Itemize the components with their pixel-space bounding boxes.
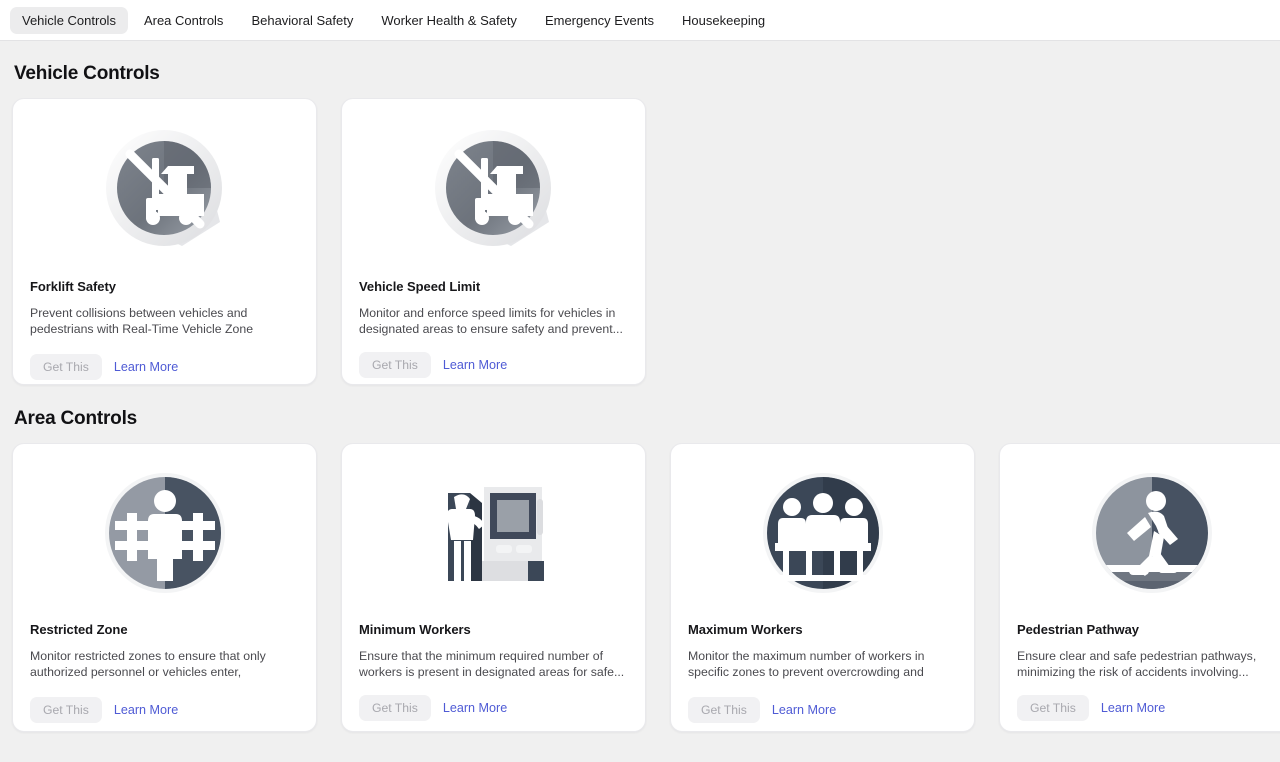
card-title: Maximum Workers — [688, 622, 803, 637]
card-description: Monitor the maximum number of workers in… — [688, 648, 925, 682]
tab-housekeeping[interactable]: Housekeeping — [670, 7, 777, 34]
main-tab-bar: Vehicle Controls Area Controls Behaviora… — [0, 0, 1280, 41]
card-actions: Get This Learn More — [30, 696, 299, 723]
card-body: Pedestrian Pathway Ensure clear and safe… — [1000, 622, 1280, 722]
card-minimum-workers[interactable]: Minimum Workers Ensure that the minimum … — [341, 443, 646, 732]
card-description: Ensure that the minimum required number … — [359, 648, 625, 679]
learn-more-link[interactable]: Learn More — [112, 356, 180, 378]
card-title: Minimum Workers — [359, 622, 471, 637]
card-vehicle-speed-limit[interactable]: Vehicle Speed Limit Monitor and enforce … — [341, 98, 646, 385]
card-media — [1000, 444, 1280, 622]
tab-emergency-events[interactable]: Emergency Events — [533, 7, 666, 34]
card-body: Minimum Workers Ensure that the minimum … — [342, 622, 645, 722]
learn-more-link[interactable]: Learn More — [441, 697, 509, 719]
tab-area-controls[interactable]: Area Controls — [132, 7, 235, 34]
card-media — [671, 444, 974, 622]
page-content: Vehicle Controls Forklift Safety Prevent… — [0, 41, 1280, 762]
card-actions: Get This Learn More — [30, 353, 299, 380]
card-body: Forklift Safety Prevent collisions betwe… — [13, 279, 316, 380]
card-media — [342, 444, 645, 622]
card-title: Restricted Zone — [30, 622, 128, 637]
get-this-button[interactable]: Get This — [359, 695, 431, 722]
card-row-vehicle-controls: Forklift Safety Prevent collisions betwe… — [0, 98, 1280, 385]
card-title: Pedestrian Pathway — [1017, 622, 1139, 637]
section-title-vehicle-controls: Vehicle Controls — [14, 63, 160, 84]
card-body: Vehicle Speed Limit Monitor and enforce … — [342, 279, 645, 379]
section-area-controls: Area Controls Restricted Zone Monitor re… — [0, 408, 1280, 732]
card-title: Forklift Safety — [30, 279, 116, 294]
card-actions: Get This Learn More — [688, 696, 957, 723]
get-this-button[interactable]: Get This — [688, 696, 760, 723]
get-this-button[interactable]: Get This — [1017, 695, 1089, 722]
card-actions: Get This Learn More — [359, 695, 628, 722]
card-actions: Get This Learn More — [1017, 695, 1280, 722]
card-restricted-zone[interactable]: Restricted Zone Monitor restricted zones… — [12, 443, 317, 732]
tab-behavioral-safety[interactable]: Behavioral Safety — [239, 7, 365, 34]
card-row-area-controls: Restricted Zone Monitor restricted zones… — [0, 443, 1280, 732]
card-body: Maximum Workers Monitor the maximum numb… — [671, 622, 974, 723]
three-workers-at-railing-icon — [762, 473, 883, 593]
get-this-button[interactable]: Get This — [359, 352, 431, 379]
section-title-area-controls: Area Controls — [14, 408, 138, 429]
card-media — [13, 444, 316, 622]
section-vehicle-controls: Vehicle Controls Forklift Safety Prevent… — [0, 63, 1280, 385]
card-actions: Get This Learn More — [359, 352, 628, 379]
card-media — [342, 99, 645, 279]
card-description: Prevent collisions between vehicles and … — [30, 305, 254, 339]
learn-more-link[interactable]: Learn More — [770, 699, 838, 721]
card-body: Restricted Zone Monitor restricted zones… — [13, 622, 316, 723]
get-this-button[interactable]: Get This — [30, 696, 102, 723]
card-pedestrian-pathway[interactable]: Pedestrian Pathway Ensure clear and safe… — [999, 443, 1280, 732]
card-maximum-workers[interactable]: Maximum Workers Monitor the maximum numb… — [670, 443, 975, 732]
card-description: Monitor and enforce speed limits for veh… — [359, 305, 623, 336]
learn-more-link[interactable]: Learn More — [112, 699, 180, 721]
card-description: Monitor restricted zones to ensure that … — [30, 648, 266, 682]
worker-at-machine-icon — [446, 487, 544, 583]
tab-worker-health-safety[interactable]: Worker Health & Safety — [369, 7, 529, 34]
get-this-button[interactable]: Get This — [30, 353, 102, 380]
card-forklift-safety[interactable]: Forklift Safety Prevent collisions betwe… — [12, 98, 317, 385]
card-description: Ensure clear and safe pedestrian pathway… — [1017, 648, 1257, 679]
tab-vehicle-controls[interactable]: Vehicle Controls — [10, 6, 128, 34]
learn-more-link[interactable]: Learn More — [1099, 697, 1167, 719]
card-title: Vehicle Speed Limit — [359, 279, 481, 294]
walking-pedestrian-icon — [1091, 473, 1212, 593]
no-forklift-badge-icon — [434, 130, 551, 246]
no-forklift-badge-icon — [105, 130, 222, 246]
card-media — [13, 99, 316, 279]
learn-more-link[interactable]: Learn More — [441, 354, 509, 376]
person-behind-fence-icon — [104, 473, 225, 593]
